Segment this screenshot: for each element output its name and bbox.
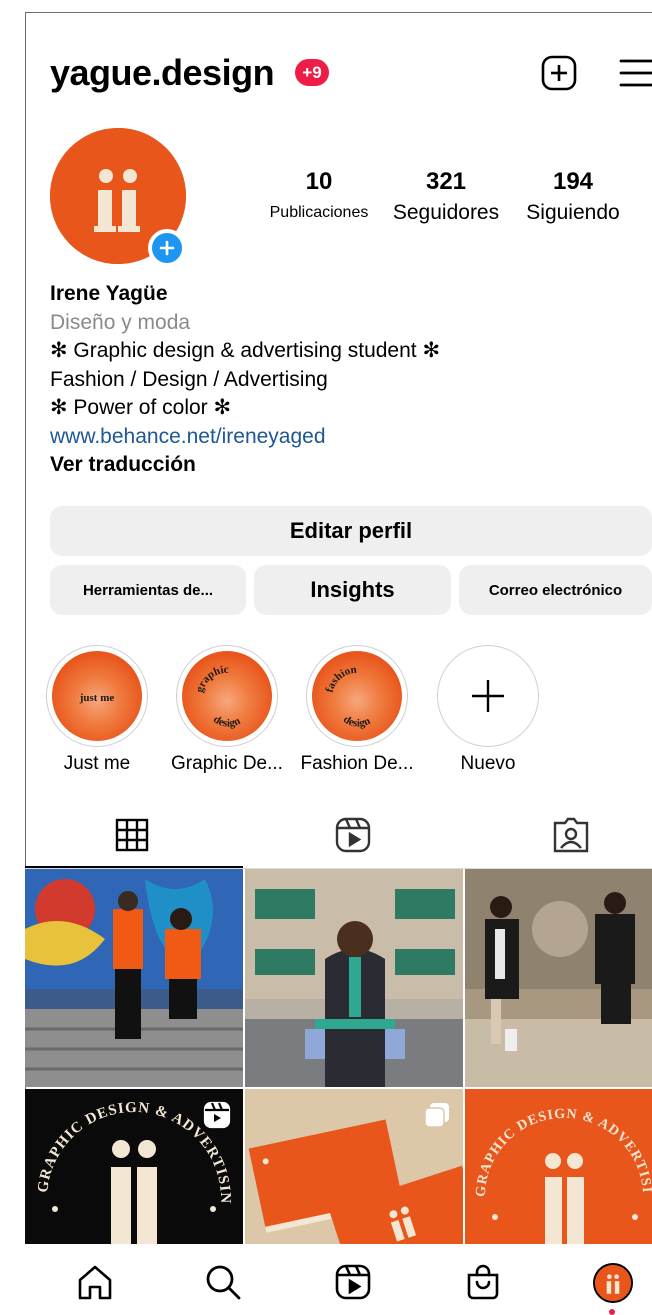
- home-icon[interactable]: [75, 1262, 115, 1302]
- profile-avatar-nav[interactable]: [593, 1263, 633, 1303]
- svg-text:graphic: graphic: [194, 664, 229, 694]
- profile-bio: Irene Yagüe Diseño y moda ✻ Graphic desi…: [50, 280, 640, 480]
- create-post-icon[interactable]: [541, 55, 577, 91]
- reels-icon: [203, 1101, 231, 1129]
- post-thumbnail[interactable]: [465, 869, 652, 1087]
- highlight-cover: graphic design: [182, 651, 272, 741]
- highlight-ring: graphic design: [176, 645, 278, 747]
- notification-dot: [609, 1309, 615, 1315]
- highlight-ring: just me: [46, 645, 148, 747]
- post-thumbnail[interactable]: [245, 1089, 463, 1245]
- highlight-cover: fashion design: [312, 651, 402, 741]
- grid-icon[interactable]: [114, 817, 150, 853]
- profile-username[interactable]: yague.design: [50, 52, 275, 94]
- highlight-cover-text-bottom: design: [211, 713, 242, 729]
- notification-badge[interactable]: +9: [295, 59, 329, 86]
- stat-followers-label: Seguidores: [392, 201, 500, 224]
- highlight-just-me[interactable]: just me Just me: [46, 645, 148, 774]
- stat-following-label: Siguiendo: [526, 201, 620, 224]
- shop-icon[interactable]: [463, 1262, 503, 1302]
- profile-category: Diseño y moda: [50, 310, 191, 334]
- stat-following[interactable]: 194 Siguiendo: [518, 168, 628, 225]
- post-thumbnail[interactable]: GRAPHIC DESIGN & ADVERTISING: [465, 1089, 652, 1245]
- translate-button[interactable]: Ver traducción: [50, 451, 640, 480]
- stat-posts-count: 10: [305, 168, 333, 195]
- highlight-label: Graphic De...: [171, 753, 283, 774]
- carousel-icon: [423, 1101, 451, 1129]
- add-story-button[interactable]: [148, 229, 186, 267]
- reels-icon[interactable]: [333, 1262, 373, 1302]
- highlight-new[interactable]: Nuevo: [437, 645, 539, 774]
- stat-followers[interactable]: 321 Seguidores: [388, 168, 504, 225]
- insights-button[interactable]: Insights: [254, 565, 451, 615]
- hamburger-menu-icon[interactable]: [618, 55, 652, 91]
- bio-line-3: ✻ Power of color ✻: [50, 396, 232, 419]
- highlight-cover: just me: [52, 651, 142, 741]
- stat-following-count: 194: [552, 168, 594, 195]
- bio-line-1: ✻ Graphic design & advertising student ✻: [50, 339, 441, 362]
- svg-text:design: design: [341, 713, 372, 729]
- search-icon[interactable]: [203, 1262, 243, 1302]
- highlight-label: Nuevo: [460, 753, 516, 774]
- highlight-fashion-design[interactable]: fashion design Fashion De...: [301, 645, 414, 774]
- post-thumbnail[interactable]: [25, 869, 243, 1087]
- highlight-graphic-design[interactable]: graphic design Graphic De...: [171, 645, 283, 774]
- edit-profile-button[interactable]: Editar perfil: [50, 506, 652, 556]
- post-thumbnail[interactable]: [245, 869, 463, 1087]
- highlight-cover-text-bottom: design: [341, 713, 372, 729]
- email-button[interactable]: Correo electrónico: [459, 565, 652, 615]
- highlight-label: Just me: [63, 753, 131, 774]
- svg-text:fashion: fashion: [324, 664, 358, 694]
- svg-text:design: design: [211, 713, 242, 729]
- plus-icon: [472, 680, 504, 712]
- profile-name: Irene Yagüe: [50, 282, 168, 305]
- post-thumbnail[interactable]: GRAPHIC DESIGN & ADVERTISING: [25, 1089, 243, 1245]
- profile-link[interactable]: www.behance.net/ireneyaged: [50, 423, 640, 452]
- highlight-label: Fashion De...: [300, 753, 414, 774]
- stat-posts[interactable]: 10 Publicaciones: [263, 168, 375, 222]
- tagged-icon[interactable]: [551, 815, 591, 855]
- highlight-ring: [437, 645, 539, 747]
- highlight-cover-text-top: fashion: [324, 664, 358, 694]
- highlight-cover-text-top: graphic: [194, 664, 229, 694]
- stat-followers-count: 321: [425, 168, 467, 195]
- bio-line-2: Fashion / Design / Advertising: [50, 367, 328, 391]
- highlight-ring: fashion design: [306, 645, 408, 747]
- professional-tools-button[interactable]: Herramientas de...: [50, 565, 246, 615]
- highlight-cover-text: just me: [79, 692, 115, 704]
- stat-posts-label: Publicaciones: [269, 204, 369, 221]
- reels-tab-icon[interactable]: [333, 815, 373, 855]
